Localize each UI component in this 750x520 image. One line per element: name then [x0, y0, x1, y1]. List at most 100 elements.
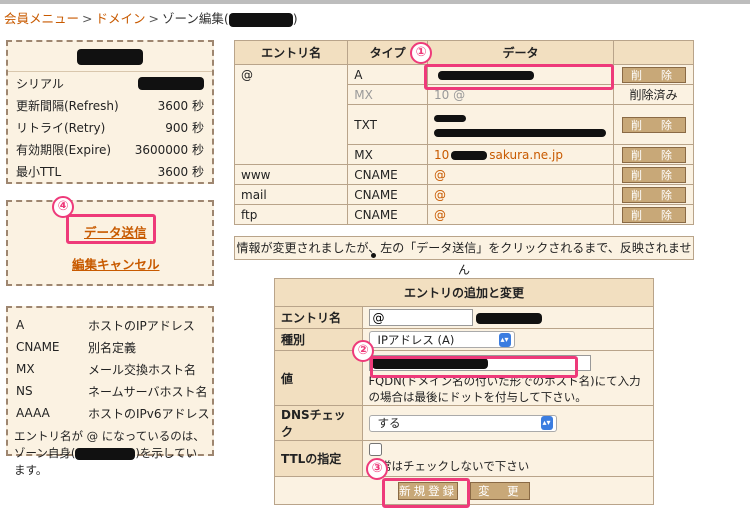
type-select[interactable]: IPアドレス (A) ▴▾	[368, 331, 515, 348]
legend-type: CNAME	[16, 340, 60, 354]
cursor-dot	[371, 253, 376, 258]
refresh-label: 更新間隔(Refresh)	[16, 98, 119, 113]
type-cell: IPアドレス (A) ▴▾	[361, 328, 655, 351]
type-cell: CNAME	[347, 184, 429, 205]
ttl-cell: 通常はチェックしないで下さい	[361, 440, 655, 477]
table-row: www CNAME @ 削 除	[233, 164, 694, 185]
legend-type: A	[16, 318, 25, 332]
data-cell: @	[427, 164, 614, 185]
entry-name-cell	[361, 306, 655, 329]
breadcrumb-close: )	[292, 11, 298, 26]
min-ttl-label: 最小TTL	[16, 164, 62, 179]
redacted-domain-suffix	[476, 312, 543, 324]
expire-value: 3600000 秒	[134, 142, 204, 157]
delete-button[interactable]: 削 除	[621, 66, 686, 83]
breadcrumb: 会員メニュー > ドメイン > ゾーン編集()	[4, 8, 298, 27]
ttl-checkbox[interactable]	[368, 443, 382, 456]
action-cell: 削 除	[613, 104, 694, 145]
highlight-box-3	[382, 478, 470, 508]
legend-item: AAAA ホストのIPv6アドレス	[8, 402, 212, 424]
step-marker-4: ④	[52, 196, 74, 218]
column-header-action	[613, 40, 694, 65]
retry-value: 900 秒	[165, 120, 204, 135]
entry-name-input[interactable]	[368, 309, 473, 326]
legend-desc: ホストのIPアドレス	[88, 318, 195, 333]
mx-host: sakura.ne.jp	[489, 147, 563, 162]
breadcrumb-separator: >	[148, 11, 159, 26]
retry-row: リトライ(Retry) 900 秒	[8, 116, 212, 138]
entry-cell: @	[233, 64, 349, 165]
legend-note: エントリ名が @ になっているのは、ゾーン自身()を示しています。	[8, 424, 212, 483]
data-cell: @	[427, 184, 614, 205]
mx-priority: 10	[434, 147, 450, 162]
redacted-serial	[138, 76, 204, 90]
min-ttl-value: 3600 秒	[157, 164, 204, 179]
expire-label: 有効期限(Expire)	[16, 142, 112, 157]
refresh-row: 更新間隔(Refresh) 3600 秒	[8, 94, 212, 116]
column-header-data: データ	[427, 40, 614, 65]
highlight-box-2	[370, 356, 578, 378]
entry-name-label: エントリ名	[274, 306, 363, 329]
legend-item: A ホストのIPアドレス	[8, 314, 212, 336]
legend-type: NS	[16, 384, 33, 398]
redacted-zone	[75, 447, 136, 460]
column-header-entry: エントリ名	[233, 40, 349, 65]
data-cell	[427, 104, 614, 145]
expire-row: 有効期限(Expire) 3600000 秒	[8, 138, 212, 160]
delete-button[interactable]: 削 除	[621, 186, 686, 203]
legend-desc: メール交換ホスト名	[88, 362, 197, 377]
delete-button[interactable]: 削 除	[621, 206, 686, 223]
action-cell: 削 除	[613, 64, 694, 85]
table-row: ftp CNAME @ 削 除	[233, 204, 694, 225]
min-ttl-row: 最小TTL 3600 秒	[8, 160, 212, 182]
record-type-legend: A ホストのIPアドレス CNAME 別名定義 MX メール交換ホスト名 NS ネームサ…	[6, 306, 214, 477]
action-cell: 削 除	[613, 144, 694, 165]
type-cell: CNAME	[347, 204, 429, 225]
ttl-label: TTLの指定	[274, 440, 363, 477]
type-row: 種別 IPアドレス (A) ▴▾	[274, 328, 655, 351]
legend-desc: 別名定義	[88, 340, 137, 355]
legend-type: MX	[16, 362, 35, 376]
delete-button[interactable]: 削 除	[621, 146, 686, 163]
redacted-host	[451, 150, 488, 160]
ttl-row: TTLの指定 通常はチェックしないで下さい	[274, 440, 655, 477]
select-arrows-icon: ▴▾	[540, 416, 553, 430]
breadcrumb-domain[interactable]: ドメイン	[96, 11, 146, 26]
dns-check-select[interactable]: する ▴▾	[368, 414, 557, 432]
dns-check-row: DNSチェック する ▴▾	[274, 405, 655, 441]
form-title-row: エントリの追加と変更	[274, 278, 654, 307]
zone-info-header	[8, 42, 212, 72]
data-cell: @	[427, 204, 614, 225]
legend-type: AAAA	[16, 406, 50, 420]
zone-info-panel: シリアル 更新間隔(Refresh) 3600 秒 リトライ(Retry) 90…	[6, 40, 214, 184]
type-select-value: IPアドレス (A)	[377, 332, 455, 347]
redacted-domain	[228, 12, 293, 27]
cancel-edit-link[interactable]: 編集キャンセル	[72, 254, 160, 273]
type-cell: CNAME	[347, 164, 429, 185]
legend-desc: ネームサーバホスト名	[88, 384, 208, 399]
data-cell: 10 sakura.ne.jp	[427, 144, 614, 165]
add-entry-form: エントリの追加と変更 エントリ名 種別 IPアドレス (A) ▴▾ 値 FQDN…	[274, 278, 655, 505]
entry-cell: www	[233, 164, 349, 185]
type-cell: MX	[347, 84, 429, 105]
delete-button[interactable]: 削 除	[621, 166, 686, 183]
dns-check-value: する	[377, 416, 401, 430]
entry-cell: ftp	[233, 204, 349, 225]
redacted-zone-name	[77, 48, 143, 65]
serial-label: シリアル	[16, 76, 64, 91]
form-title: エントリの追加と変更	[274, 278, 654, 307]
action-cell: 削 除	[613, 184, 694, 205]
entry-name-row: エントリ名	[274, 306, 655, 329]
legend-item: MX メール交換ホスト名	[8, 358, 212, 380]
serial-row: シリアル	[8, 72, 212, 94]
table-header-row: エントリ名 タイプ データ	[233, 40, 694, 65]
type-label: 種別	[274, 328, 363, 351]
top-border	[0, 0, 750, 4]
step-marker-2: ②	[352, 340, 374, 362]
step-marker-3: ③	[366, 458, 388, 480]
change-button[interactable]: 変 更	[469, 481, 530, 500]
type-cell: A	[347, 64, 429, 85]
redacted-txt	[434, 114, 467, 122]
breadcrumb-member-menu[interactable]: 会員メニュー	[4, 11, 79, 26]
delete-button[interactable]: 削 除	[621, 116, 686, 133]
